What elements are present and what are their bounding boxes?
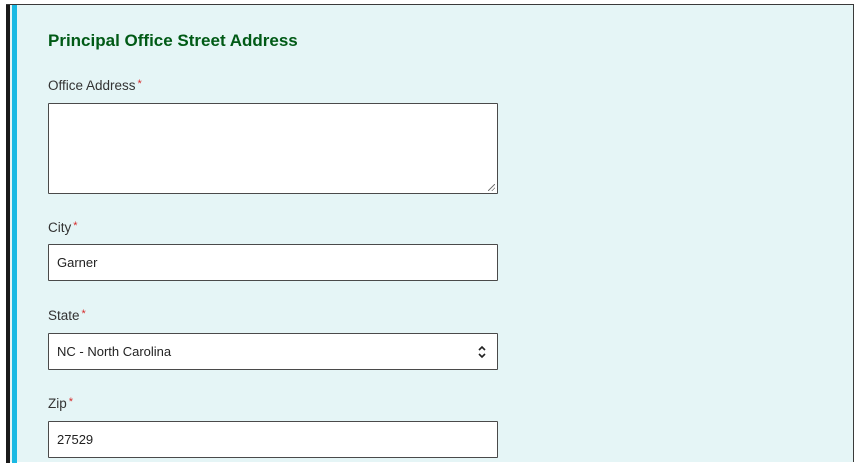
accent-bar — [12, 5, 17, 463]
state-value: NC - North Carolina — [57, 344, 172, 359]
zip-input[interactable]: 27529 — [48, 421, 498, 458]
chevron-up-down-icon — [478, 345, 486, 359]
zip-value: 27529 — [57, 432, 94, 447]
zip-label: Zip * — [48, 396, 73, 411]
office-address-label-text: Office Address — [48, 78, 136, 93]
office-address-textarea[interactable] — [48, 103, 498, 194]
section-title: Principal Office Street Address — [48, 31, 298, 50]
city-label-text: City — [48, 220, 72, 235]
address-form-panel: Principal Office Street Address Office A… — [6, 4, 854, 463]
required-asterisk: * — [73, 220, 78, 232]
resize-grip-icon[interactable] — [488, 184, 495, 191]
required-asterisk: * — [68, 396, 74, 408]
city-label: City * — [48, 220, 78, 235]
zip-label-text: Zip — [48, 396, 67, 411]
state-select[interactable]: NC - North Carolina — [48, 333, 498, 370]
required-asterisk: * — [137, 78, 142, 90]
state-label: State * — [48, 308, 86, 323]
state-label-text: State — [48, 308, 80, 323]
city-input[interactable]: Garner — [48, 244, 498, 281]
panel-left-border — [6, 5, 10, 463]
office-address-label: Office Address * — [48, 78, 142, 93]
city-value: Garner — [57, 255, 98, 270]
required-asterisk: * — [81, 308, 86, 320]
